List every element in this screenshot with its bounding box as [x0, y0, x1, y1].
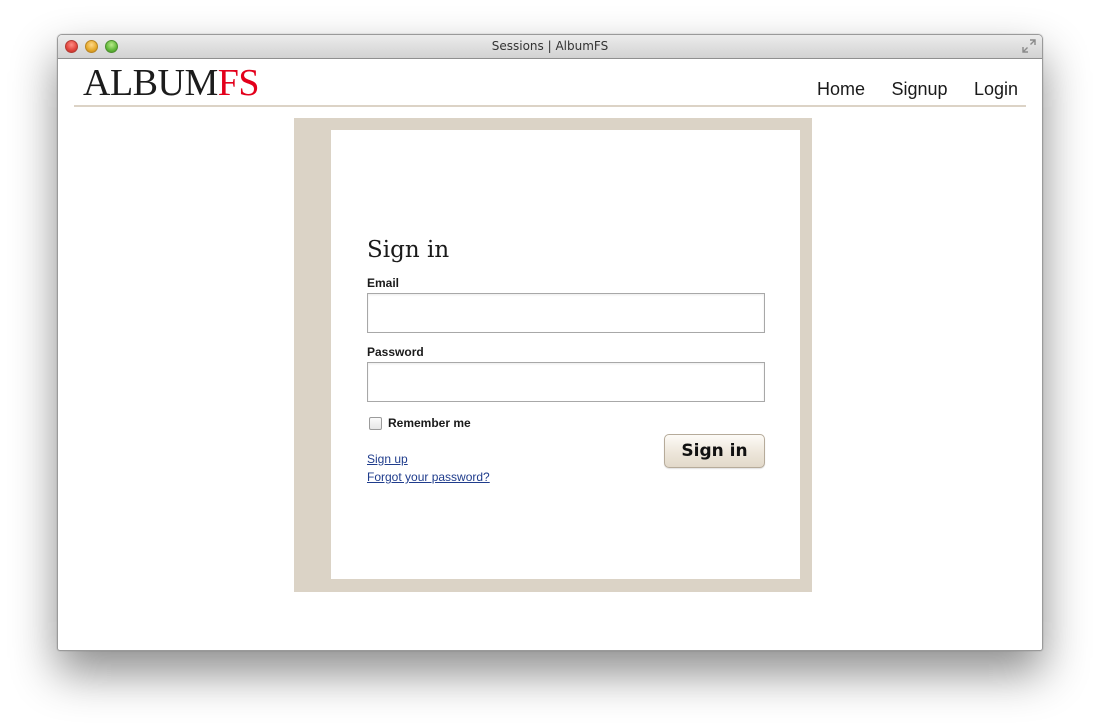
email-label: Email: [367, 276, 400, 290]
title-bar: Sessions | AlbumFS: [58, 35, 1042, 59]
site-logo[interactable]: ALBUMFS: [83, 62, 260, 104]
signin-card: Sign in Email Password Remember me Sign …: [331, 130, 800, 579]
signin-form: Sign in Email Password Remember me Sign …: [367, 236, 765, 484]
fullscreen-icon[interactable]: [1022, 39, 1036, 53]
forgot-password-link[interactable]: Forgot your password?: [367, 468, 490, 486]
form-links: Sign up Forgot your password?: [367, 450, 490, 486]
logo-accent-text: FS: [217, 62, 260, 104]
remember-me-checkbox[interactable]: [369, 416, 382, 430]
window-title: Sessions | AlbumFS: [491, 39, 609, 53]
signin-frame: Sign in Email Password Remember me Sign …: [294, 118, 812, 592]
password-label: Password: [367, 345, 424, 359]
logo-main-text: ALBUM: [83, 62, 218, 104]
nav-home-link[interactable]: Home: [817, 79, 865, 99]
form-title: Sign in: [367, 237, 450, 263]
main-nav: Home Signup Login: [795, 79, 1018, 100]
nav-login-link[interactable]: Login: [974, 79, 1018, 99]
remember-me-row: Remember me: [367, 416, 765, 430]
browser-window: Sessions | AlbumFS ALBUMFS Home Signup L…: [57, 34, 1043, 651]
email-field[interactable]: [367, 293, 765, 333]
page-content: ALBUMFS Home Signup Login Sign in Email …: [58, 59, 1042, 650]
nav-signup-link[interactable]: Signup: [891, 79, 947, 99]
sign-in-button[interactable]: Sign in: [664, 434, 765, 468]
site-header: ALBUMFS Home Signup Login: [74, 59, 1026, 107]
remember-me-label[interactable]: Remember me: [388, 416, 471, 430]
sign-up-link[interactable]: Sign up: [367, 450, 490, 468]
password-field[interactable]: [367, 362, 765, 402]
